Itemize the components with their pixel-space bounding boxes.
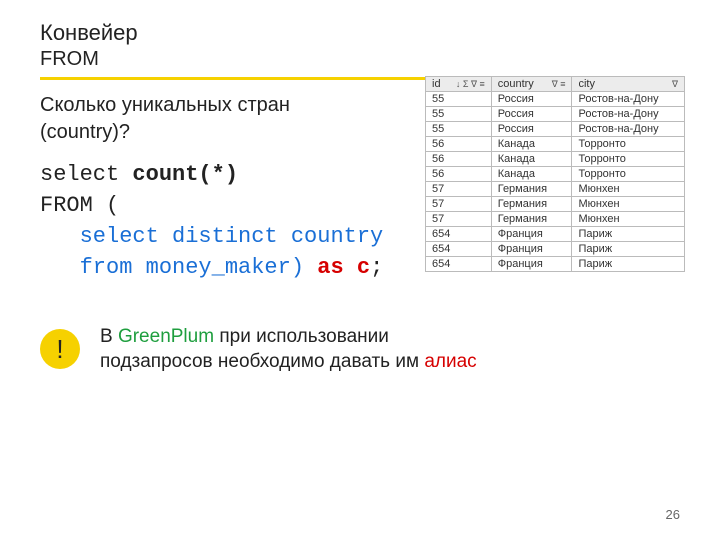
cell-id: 55 (426, 92, 492, 107)
sql-l2: FROM ( (40, 193, 119, 218)
col-country-label: country (498, 78, 534, 90)
col-city-symbols: ∇ (672, 79, 678, 90)
table-row: 56КанадаТорронто (426, 137, 685, 152)
cell-city: Мюнхен (572, 182, 685, 197)
cell-country: Россия (491, 107, 572, 122)
col-id-header: id ↓ Σ ∇ ≡ (426, 77, 492, 92)
table-row: 654ФранцияПариж (426, 257, 685, 272)
cell-city: Париж (572, 242, 685, 257)
table-row: 654ФранцияПариж (426, 227, 685, 242)
col-country-header: country ∇ ≡ (491, 77, 572, 92)
cell-city: Мюнхен (572, 212, 685, 227)
col-city-header: city ∇ (572, 77, 685, 92)
table-row: 56КанадаТорронто (426, 167, 685, 182)
question-text: Сколько уникальных стран (country)? (40, 92, 380, 146)
note-row: ! В GreenPlum при использовании подзапро… (40, 324, 680, 375)
question-line1: Сколько уникальных стран (40, 94, 290, 116)
table-row: 55РоссияРостов-на-Дону (426, 122, 685, 137)
cell-country: Канада (491, 167, 572, 182)
attention-icon: ! (40, 329, 80, 369)
sql-code-block: select count(*) FROM ( select distinct c… (40, 160, 420, 283)
table-row: 55РоссияРостов-на-Дону (426, 107, 685, 122)
cell-country: Россия (491, 92, 572, 107)
slide-title-block: Конвейер FROM (40, 20, 680, 71)
table-row: 55РоссияРостов-на-Дону (426, 92, 685, 107)
title-line2: FROM (40, 48, 680, 71)
cell-id: 56 (426, 152, 492, 167)
cell-id: 654 (426, 227, 492, 242)
cell-country: Франция (491, 242, 572, 257)
cell-id: 56 (426, 167, 492, 182)
cell-id: 57 (426, 197, 492, 212)
col-city-label: city (578, 78, 595, 90)
question-line2: (country)? (40, 121, 130, 143)
cell-city: Торронто (572, 167, 685, 182)
cell-country: Франция (491, 257, 572, 272)
cell-city: Торронто (572, 152, 685, 167)
col-country-symbols: ∇ ≡ (552, 79, 566, 90)
sql-l4c: ; (370, 255, 383, 280)
note-green: GreenPlum (118, 326, 214, 347)
cell-city: Париж (572, 227, 685, 242)
cell-city: Ростов-на-Дону (572, 107, 685, 122)
note-p1: В (100, 326, 118, 347)
table-row: 56КанадаТорронто (426, 152, 685, 167)
cell-id: 55 (426, 122, 492, 137)
sql-l1a: select (40, 162, 132, 187)
cell-country: Франция (491, 227, 572, 242)
title-line1: Конвейер (40, 20, 680, 46)
cell-city: Париж (572, 257, 685, 272)
cell-id: 654 (426, 242, 492, 257)
note-red: алиас (424, 351, 476, 372)
cell-city: Мюнхен (572, 197, 685, 212)
cell-country: Россия (491, 122, 572, 137)
cell-id: 654 (426, 257, 492, 272)
sql-l4b: as c (317, 255, 370, 280)
col-id-label: id (432, 78, 441, 90)
cell-id: 57 (426, 182, 492, 197)
cell-country: Германия (491, 197, 572, 212)
cell-city: Ростов-на-Дону (572, 122, 685, 137)
cell-city: Ростов-на-Дону (572, 92, 685, 107)
cell-id: 57 (426, 212, 492, 227)
sample-table: id ↓ Σ ∇ ≡ country ∇ ≡ city ∇ (425, 76, 685, 272)
sql-l3: select distinct country (40, 224, 383, 249)
table-row: 654ФранцияПариж (426, 242, 685, 257)
table-row: 57ГерманияМюнхен (426, 182, 685, 197)
page-number: 26 (666, 507, 680, 522)
cell-country: Германия (491, 182, 572, 197)
table-row: 57ГерманияМюнхен (426, 197, 685, 212)
sql-l4a: from money_maker) (40, 255, 317, 280)
table-row: 57ГерманияМюнхен (426, 212, 685, 227)
cell-country: Канада (491, 137, 572, 152)
cell-country: Канада (491, 152, 572, 167)
cell-country: Германия (491, 212, 572, 227)
col-id-symbols: ↓ Σ ∇ ≡ (456, 79, 485, 90)
cell-id: 55 (426, 107, 492, 122)
sql-l1b: count(*) (132, 162, 238, 187)
note-text: В GreenPlum при использовании подзапросо… (100, 324, 480, 375)
cell-id: 56 (426, 137, 492, 152)
cell-city: Торронто (572, 137, 685, 152)
